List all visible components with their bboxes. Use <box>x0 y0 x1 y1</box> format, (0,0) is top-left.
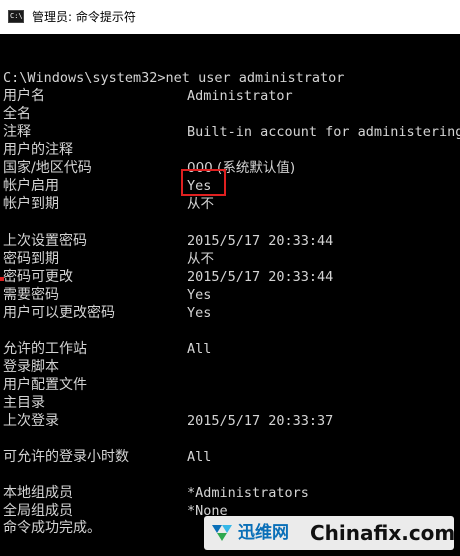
row-value: All <box>187 449 212 465</box>
row-label: 帐户到期 <box>3 196 59 212</box>
success-message: 命令成功完成。 <box>3 520 101 536</box>
row-label: 需要密码 <box>3 287 59 303</box>
row-label: 用户可以更改密码 <box>3 305 115 321</box>
command-line: C:\Windows\system32>net user administrat… <box>3 70 345 86</box>
row-label: 用户的注释 <box>3 142 73 158</box>
row-label: 帐户启用 <box>3 178 59 194</box>
row-value: 2015/5/17 20:33:44 <box>187 269 334 285</box>
row-label: 允许的工作站 <box>3 341 87 357</box>
watermark: 迅维网 Chinafix.com <box>204 516 456 550</box>
window-title: 管理员: 命令提示符 <box>32 10 136 24</box>
row-label: 上次设置密码 <box>3 233 87 249</box>
title-bar[interactable]: C:\. 管理员: 命令提示符 <box>0 0 460 35</box>
row-value: Built-in account for administering <box>187 124 460 140</box>
row-value: Yes <box>187 287 212 303</box>
row-label: 主目录 <box>3 395 45 411</box>
console-output[interactable]: C:\Windows\system32>net user administrat… <box>0 34 460 556</box>
watermark-cn: 迅维网 <box>238 523 289 543</box>
row-label: 注释 <box>3 124 31 140</box>
chinafix-logo-icon <box>212 525 232 541</box>
row-value: 2015/5/17 20:33:44 <box>187 233 334 249</box>
row-value: Yes <box>187 305 212 321</box>
row-value: 从不 <box>187 196 214 212</box>
row-label: 全名 <box>3 106 31 122</box>
row-label: 上次登录 <box>3 413 59 429</box>
row-label: 密码到期 <box>3 251 59 267</box>
cmd-icon: C:\. <box>8 10 27 23</box>
row-value: 从不 <box>187 251 214 267</box>
cursor-marker <box>0 277 4 281</box>
row-label: 全局组成员 <box>3 503 73 519</box>
row-label: 国家/地区代码 <box>3 160 92 176</box>
row-label: 本地组成员 <box>3 485 73 501</box>
row-label: 登录脚本 <box>3 359 59 375</box>
row-value: All <box>187 341 212 357</box>
highlight-box <box>181 169 226 196</box>
row-value: 2015/5/17 20:33:37 <box>187 413 334 429</box>
row-value: *Administrators <box>187 485 309 501</box>
row-label: 密码可更改 <box>3 269 73 285</box>
cmd-icon-text: C:\. <box>10 12 27 20</box>
row-label: 用户名 <box>3 88 45 104</box>
row-label: 可允许的登录小时数 <box>3 449 129 465</box>
watermark-en: Chinafix.com <box>310 521 456 545</box>
row-value: Administrator <box>187 88 293 104</box>
row-label: 用户配置文件 <box>3 377 87 393</box>
